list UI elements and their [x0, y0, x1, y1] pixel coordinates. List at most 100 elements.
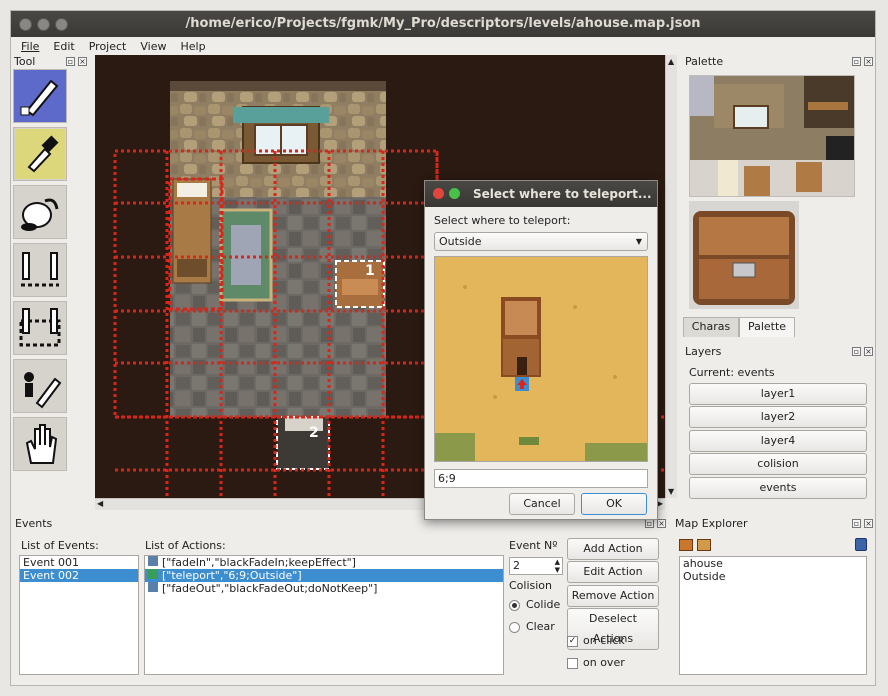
menu-file[interactable]: File — [21, 40, 39, 53]
outside-map-image — [435, 257, 647, 461]
events-list[interactable]: Event 001 Event 002 — [19, 555, 139, 675]
menu-help[interactable]: Help — [180, 40, 205, 53]
colision-label: Colision — [509, 579, 553, 592]
action-icon — [148, 582, 158, 592]
tool-bucket[interactable] — [13, 185, 67, 239]
paint-bucket-icon — [15, 187, 65, 237]
map-list[interactable]: ahouse Outside — [679, 556, 867, 675]
tool-line[interactable] — [13, 243, 67, 297]
chest-tile-image — [693, 211, 795, 305]
action-icon — [148, 569, 158, 579]
pencil-icon — [15, 71, 65, 121]
tool-event-pencil[interactable] — [13, 359, 67, 413]
map-select-dropdown[interactable]: Outside ▼ — [434, 232, 648, 251]
line-pencils-icon — [15, 245, 65, 295]
event-number-spinbox[interactable]: 2 ▲ ▼ — [509, 557, 563, 575]
event-item[interactable]: Event 001 — [20, 556, 138, 569]
on-over-label: on over — [583, 656, 625, 669]
layer-button-colision[interactable]: colision — [689, 453, 867, 475]
action-item-selected[interactable]: ["teleport","6;9;Outside"] — [145, 569, 503, 582]
window-title: /home/erico/Projects/fgmk/My_Pro/descrip… — [185, 16, 701, 31]
dialog-title: Select where to teleport... — [473, 187, 652, 201]
layer-button-layer4[interactable]: layer4 — [689, 430, 867, 452]
on-over-checkbox[interactable] — [567, 658, 578, 669]
layers-dock-title: Layers — [685, 345, 722, 358]
tab-palette[interactable]: Palette — [739, 317, 795, 337]
dialog-maximize-button[interactable] — [449, 188, 460, 199]
menu-bar: File Edit Project View Help — [11, 37, 875, 55]
edit-action-button[interactable]: Edit Action — [567, 561, 659, 583]
layers-dock-close-button[interactable]: × — [864, 347, 873, 356]
trash-icon[interactable] — [855, 538, 867, 551]
layer-button-layer1[interactable]: layer1 — [689, 383, 867, 405]
tool-dock-float-button[interactable]: ▫ — [66, 57, 75, 66]
hand-icon — [15, 419, 65, 469]
scroll-up-icon[interactable]: ▲ — [668, 57, 674, 66]
rectangle-pencils-icon — [15, 303, 65, 353]
map-item[interactable]: Outside — [680, 570, 866, 583]
title-bar: /home/erico/Projects/fgmk/My_Pro/descrip… — [11, 11, 875, 37]
teleport-map-preview[interactable] — [434, 256, 648, 462]
menu-view[interactable]: View — [140, 40, 166, 53]
events-dock-float-button[interactable]: ▫ — [645, 519, 654, 528]
event-number-value: 2 — [513, 559, 520, 572]
layers-dock-float-button[interactable]: ▫ — [852, 347, 861, 356]
action-text: ["fadeIn","blackFadeIn;keepEffect"] — [162, 556, 356, 569]
menu-edit[interactable]: Edit — [53, 40, 74, 53]
colide-radio[interactable] — [509, 600, 520, 611]
map-vertical-scrollbar[interactable]: ▲ ▼ — [665, 55, 677, 498]
action-text: ["teleport","6;9;Outside"] — [162, 569, 302, 582]
actions-list[interactable]: ["fadeIn","blackFadeIn;keepEffect"] ["te… — [144, 555, 504, 675]
tool-dock-title: Tool — [14, 55, 36, 68]
event-marker-2: 2 — [309, 425, 319, 441]
ok-button[interactable]: OK — [581, 493, 647, 515]
action-text: ["fadeOut","blackFadeOut;doNotKeep"] — [162, 582, 378, 595]
remove-action-button[interactable]: Remove Action — [567, 585, 659, 607]
current-layer-label: Current: events — [689, 366, 775, 379]
open-map-icon[interactable] — [697, 539, 711, 551]
tab-charas[interactable]: Charas — [683, 317, 739, 337]
action-item[interactable]: ["fadeOut","blackFadeOut;doNotKeep"] — [145, 582, 503, 595]
palette-dock-close-button[interactable]: × — [864, 57, 873, 66]
tool-dropper[interactable] — [13, 127, 67, 181]
map-explorer-close-button[interactable]: × — [864, 519, 873, 528]
palette-dock-float-button[interactable]: ▫ — [852, 57, 861, 66]
tool-pencil[interactable] — [13, 69, 67, 123]
tool-hand[interactable] — [13, 417, 67, 471]
action-icon — [148, 556, 158, 566]
actions-list-label: List of Actions: — [145, 539, 226, 552]
chevron-down-icon: ▼ — [635, 237, 642, 246]
clear-label: Clear — [526, 620, 555, 633]
tileset-palette[interactable] — [689, 75, 855, 197]
cancel-button[interactable]: Cancel — [509, 493, 575, 515]
tool-rectangle[interactable] — [13, 301, 67, 355]
spin-arrows-icon[interactable]: ▲ ▼ — [555, 558, 560, 574]
add-action-button[interactable]: Add Action — [567, 538, 659, 560]
events-dock-close-button[interactable]: × — [657, 519, 666, 528]
new-map-icon[interactable] — [679, 539, 693, 551]
palette-dock-title: Palette — [685, 55, 724, 68]
layer-button-events[interactable]: events — [689, 477, 867, 499]
tool-dock-close-button[interactable]: × — [78, 57, 87, 66]
event-item-selected[interactable]: Event 002 — [20, 569, 138, 582]
layer-button-layer2[interactable]: layer2 — [689, 406, 867, 428]
scroll-down-icon[interactable]: ▼ — [668, 487, 674, 496]
scroll-left-icon[interactable]: ◀ — [97, 499, 103, 508]
dialog-close-button[interactable] — [433, 188, 444, 199]
events-list-label: List of Events: — [21, 539, 99, 552]
selected-tile-preview — [689, 201, 799, 309]
map-select-value: Outside — [439, 235, 482, 248]
on-click-checkbox[interactable]: ✓ — [567, 636, 578, 647]
map-explorer-float-button[interactable]: ▫ — [852, 519, 861, 528]
event-marker-1: 1 — [365, 263, 375, 279]
teleport-label: Select where to teleport: — [434, 214, 571, 227]
map-item[interactable]: ahouse — [680, 557, 866, 570]
character-pencil-icon — [15, 361, 65, 411]
coordinates-field[interactable]: 6;9 — [434, 469, 648, 488]
clear-radio[interactable] — [509, 622, 520, 633]
eyedropper-icon — [15, 129, 65, 179]
dialog-title-bar: Select where to teleport... — [425, 181, 657, 207]
menu-project[interactable]: Project — [89, 40, 127, 53]
action-item[interactable]: ["fadeIn","blackFadeIn;keepEffect"] — [145, 556, 503, 569]
colide-label: Colide — [526, 598, 561, 611]
